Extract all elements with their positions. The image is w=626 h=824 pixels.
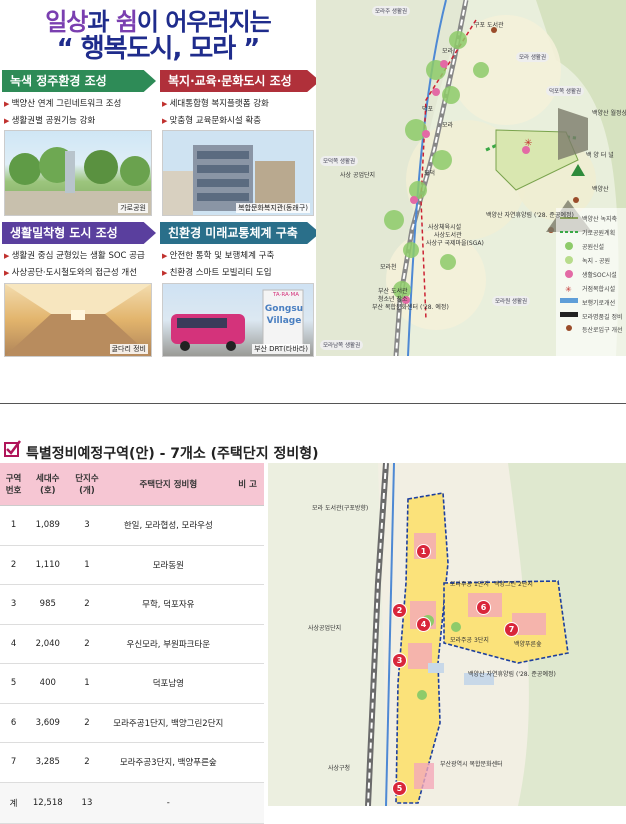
vision-title-line2: “ 행복도시, 모라 ” bbox=[56, 34, 261, 64]
section-heading-red: 복지·교육·문화도시 조성 bbox=[160, 70, 320, 92]
section-bullet: 생활권 중심 균형있는 생활 SOC 공급 bbox=[4, 249, 145, 261]
table-row: 4 2,040 2 우신모라, 부원파크타운 bbox=[0, 624, 264, 664]
col-header: 비 고 bbox=[231, 463, 264, 506]
map-label: 백양산 bbox=[592, 186, 609, 193]
bus-sign-line2: Gongsu bbox=[264, 304, 304, 314]
section-bullet: 안전한 통학 및 보행체계 구축 bbox=[162, 249, 275, 261]
legend-item: 모라명품길 정비 bbox=[582, 314, 623, 321]
map-label: 사상구 국제마을(SGA) bbox=[426, 240, 484, 247]
table-row: 2 1,110 1 모라동원 bbox=[0, 545, 264, 585]
map-label: 모라주공 1단지 bbox=[450, 581, 489, 588]
section-heading-green: 녹색 정주환경 조성 bbox=[2, 70, 156, 92]
street-park-photo: 가로공원 bbox=[4, 130, 152, 216]
zones-table: 구역 번호 세대수 (호) 단지수 (개) 주택단지 정비형 비 고 1 1,08… bbox=[0, 463, 264, 824]
map-label: 모라주 생활권 bbox=[372, 6, 411, 16]
legend-item: 등산로입구 개선 bbox=[582, 327, 623, 334]
section-bullet: 사상공단·도시철도와의 접근성 개선 bbox=[4, 266, 137, 278]
map-label: 모라남쪽 생활권 bbox=[320, 340, 364, 350]
map-label: 덕포쪽 생활권 bbox=[546, 86, 585, 96]
table-row: 1 1,089 3 한일, 모라협성, 모라우성 bbox=[0, 505, 264, 546]
col-header: 주택단지 정비형 bbox=[105, 463, 232, 506]
culture-center-photo: 복합문화복지관(동래구) bbox=[162, 130, 314, 216]
svg-text:✳: ✳ bbox=[565, 285, 572, 294]
map-label: 모덕쪽 생활권 bbox=[320, 156, 359, 166]
map-label: 백양푸른숲 bbox=[514, 641, 542, 648]
col-header: 단지수 (개) bbox=[68, 463, 106, 506]
table-header-row: 구역 번호 세대수 (호) 단지수 (개) 주택단지 정비형 비 고 bbox=[0, 463, 264, 506]
legend-item: 생활SOC시설 bbox=[582, 272, 617, 279]
bus-sign-line1: TA·RA·MA bbox=[272, 292, 300, 298]
plan-map: ✳ ✳ 모라주 생활권 구포 도서관 모라 모라 생활권 덕포 모덕 모라 백양… bbox=[316, 0, 626, 356]
map-label: 모라주공 3단지 bbox=[450, 637, 489, 644]
legend-item: 녹지 - 공원 bbox=[582, 258, 611, 265]
photo-caption: 부산 DRT(타바라) bbox=[252, 344, 310, 354]
map-label: 모라 bbox=[442, 122, 454, 129]
map-label: 백양산 월정상 bbox=[592, 110, 626, 117]
map-label: 사상공업단지 bbox=[308, 625, 342, 632]
zones-map: 1 2 3 4 5 6 7 모라 도서관(구포방향) 사상공업단지 모라주공 1… bbox=[268, 463, 626, 806]
legend-item: 공원신설 bbox=[582, 244, 605, 251]
checkbox-icon bbox=[4, 440, 21, 457]
photo-caption: 복합문화복지관(동래구) bbox=[236, 203, 310, 213]
vision-panel: 일상과 쉼이 어우러지는 “ 행복도시, 모라 ” 녹색 정주환경 조성 백양산… bbox=[0, 0, 320, 357]
map-label: 사상 공업단지 bbox=[340, 172, 376, 179]
zone-marker: 6 bbox=[476, 600, 491, 615]
map-label: 모라천 bbox=[380, 264, 397, 271]
table-row: 7 3,285 2 모라주공3단지, 백양푸른숲 bbox=[0, 742, 264, 783]
section-heading-teal: 친환경 미래교통체계 구축 bbox=[160, 222, 320, 244]
map-label: 부산 복합문화센터 ('28. 예정) bbox=[372, 304, 449, 311]
photo-caption: 가로공원 bbox=[118, 203, 148, 213]
map-label: 부산광역시 복합문화센터 bbox=[440, 761, 503, 768]
col-header: 세대수 (호) bbox=[27, 463, 69, 506]
zone-marker: 3 bbox=[392, 653, 407, 668]
section-bullet: 맞춤형 교육문화시설 확충 bbox=[162, 114, 261, 126]
zones-map-graphics bbox=[268, 463, 626, 806]
map-label: 백양산 자연휴양림 ('28. 준공예정) bbox=[486, 212, 574, 219]
drt-bus-photo: TA·RA·MA Gongsu Village 부산 DRT(타바라) bbox=[162, 283, 314, 357]
section-bullet: 생활권별 공원기능 강화 bbox=[4, 114, 96, 126]
zone-marker: 4 bbox=[416, 617, 431, 632]
zones-title: 특별정비예정구역(안) - 7개소 (주택단지 정비형) bbox=[26, 446, 319, 462]
map-label: 백 양 터 널 bbox=[586, 152, 614, 159]
legend-item: 가로공원계획 bbox=[582, 230, 616, 237]
map-label: 모라 생활권 bbox=[516, 52, 550, 62]
table-total-row: 계 12,518 13- bbox=[0, 782, 264, 824]
map-label: 모라 bbox=[442, 48, 454, 55]
map-label: 사상구청 bbox=[328, 765, 351, 772]
legend-item: 거점복합시설 bbox=[582, 286, 616, 293]
underpass-photo: 굴다리 정비 bbox=[4, 283, 152, 357]
table-row: 5 400 1 덕포남영 bbox=[0, 663, 264, 704]
map-label: 덕포 bbox=[422, 106, 434, 113]
map-label: 모라원 생활권 bbox=[492, 296, 531, 306]
photo-caption: 굴다리 정비 bbox=[109, 344, 148, 354]
zone-marker: 2 bbox=[392, 603, 407, 618]
table-row: 3 985 2 무학, 덕포자유 bbox=[0, 584, 264, 625]
legend-item: 보행기로개선 bbox=[582, 300, 616, 307]
map-label: 모덕 bbox=[424, 170, 436, 177]
table-row: 6 3,609 2 모라주공1단지, 백양그린2단지 bbox=[0, 703, 264, 743]
legend-item: 백양산 녹지축 bbox=[582, 216, 618, 223]
section-divider bbox=[0, 403, 626, 404]
bus-sign-line3: Village bbox=[266, 316, 302, 326]
section-bullet: 세대통합형 복지플랫폼 강화 bbox=[162, 97, 269, 109]
col-header: 구역 번호 bbox=[0, 463, 28, 506]
svg-text:✳: ✳ bbox=[524, 138, 532, 149]
map-label: 백양산 자연휴양림 ('28. 준공예정) bbox=[468, 671, 556, 678]
map-label: 모라 도서관(구포방향) bbox=[312, 505, 369, 512]
section-bullet: 백양산 연계 그린네트워크 조성 bbox=[4, 97, 122, 109]
map-label: 백양그린 2단지 bbox=[494, 581, 533, 588]
zone-marker: 1 bbox=[416, 544, 431, 559]
section-heading-purple: 생활밀착형 도시 조성 bbox=[2, 222, 156, 244]
map-label: 구포 도서관 bbox=[474, 22, 504, 29]
zone-marker: 7 bbox=[504, 622, 519, 637]
zone-marker: 5 bbox=[392, 781, 407, 796]
section-bullet: 친환경 스마트 모빌리티 도입 bbox=[162, 266, 272, 278]
